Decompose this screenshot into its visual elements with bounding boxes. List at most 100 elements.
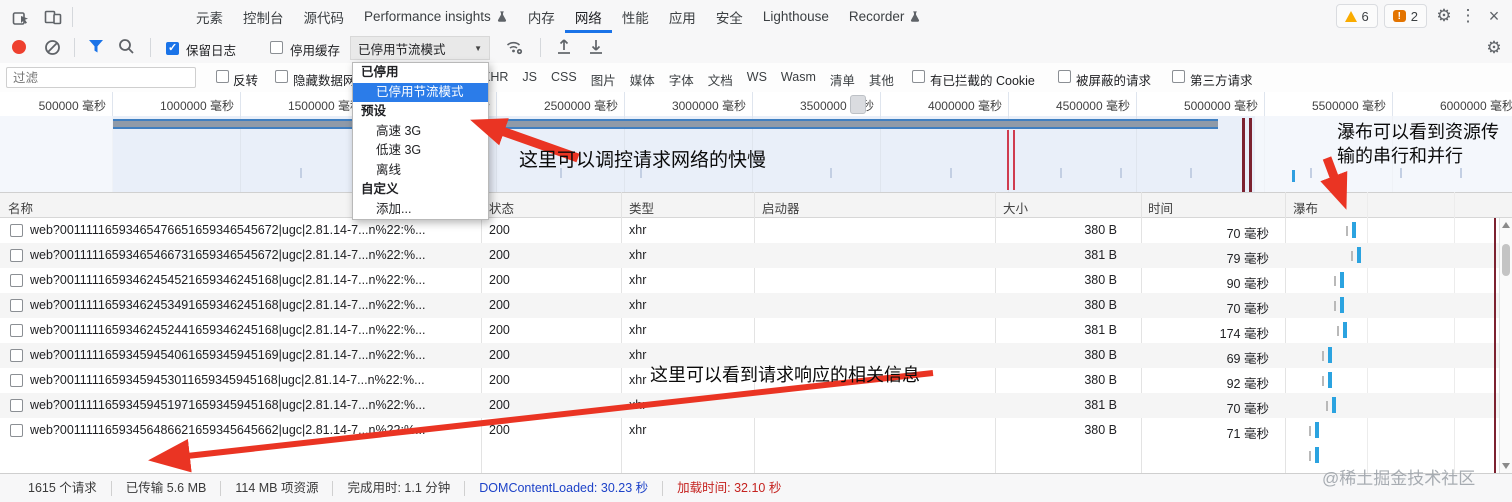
column-header-类型[interactable]: 类型 bbox=[629, 198, 654, 217]
row-checkbox[interactable] bbox=[10, 424, 23, 437]
overview-tick bbox=[950, 168, 952, 178]
throttle-menu-item-预设: 预设 bbox=[361, 104, 387, 118]
blocked-cookies-checkbox[interactable] bbox=[912, 70, 925, 83]
request-status: 200 bbox=[489, 223, 510, 237]
tab-源代码[interactable]: 源代码 bbox=[294, 0, 355, 33]
filter-chip-CSS[interactable]: CSS bbox=[551, 70, 577, 89]
scroll-up-icon[interactable] bbox=[1502, 222, 1510, 228]
throttle-menu-item-添加...[interactable]: 添加... bbox=[353, 200, 488, 220]
request-status: 200 bbox=[489, 348, 510, 362]
tab-性能[interactable]: 性能 bbox=[612, 0, 659, 33]
filter-chip-字体[interactable]: 字体 bbox=[669, 70, 694, 89]
table-row[interactable]: web?00111116593462452441659346245168|ugc… bbox=[0, 318, 1499, 343]
table-row[interactable]: web?00111116593462453491659346245168|ugc… bbox=[0, 293, 1499, 318]
network-settings-gear-icon[interactable]: ⚙ bbox=[1482, 38, 1506, 58]
tab-安全[interactable]: 安全 bbox=[706, 0, 753, 33]
network-conditions-icon[interactable] bbox=[505, 38, 525, 59]
blocked-cookies-label: 有已拦截的 Cookie bbox=[930, 74, 1035, 88]
column-header-瀑布[interactable]: 瀑布 bbox=[1293, 198, 1318, 217]
table-row[interactable]: web?00111116593459451971659345945168|ugc… bbox=[0, 393, 1499, 418]
scroll-down-icon[interactable] bbox=[1502, 463, 1510, 469]
row-checkbox[interactable] bbox=[10, 374, 23, 387]
overview-tick bbox=[300, 168, 302, 178]
import-har-icon[interactable] bbox=[556, 38, 572, 58]
row-checkbox[interactable] bbox=[10, 324, 23, 337]
row-checkbox[interactable] bbox=[10, 299, 23, 312]
invert-filter-checkbox[interactable] bbox=[216, 70, 229, 83]
request-name: web?00111116593465466731659346545672|ugc… bbox=[30, 248, 426, 262]
issues-badge[interactable]: ! 2 bbox=[1383, 4, 1427, 28]
table-row[interactable]: web?00111116593462454521659346245168|ugc… bbox=[0, 268, 1499, 293]
device-toolbar-icon[interactable] bbox=[40, 4, 66, 30]
row-checkbox[interactable] bbox=[10, 399, 23, 412]
filter-chip-WS[interactable]: WS bbox=[747, 70, 767, 89]
disable-cache-checkbox[interactable] bbox=[270, 41, 283, 54]
overview-tick bbox=[1310, 168, 1312, 178]
blocked-requests-checkbox[interactable] bbox=[1058, 70, 1071, 83]
table-row[interactable]: web?00111116593456486621659345645662|ugc… bbox=[0, 418, 1499, 443]
request-size: 381 B bbox=[1084, 323, 1117, 337]
throttle-menu-item-已停用节流模式[interactable]: 已停用节流模式 bbox=[353, 82, 488, 102]
filter-chip-媒体[interactable]: 媒体 bbox=[630, 70, 655, 89]
column-header-名称[interactable]: 名称 bbox=[8, 198, 33, 217]
throttle-menu-item-低速 3G[interactable]: 低速 3G bbox=[353, 141, 488, 161]
row-checkbox[interactable] bbox=[10, 274, 23, 287]
tab-Lighthouse[interactable]: Lighthouse bbox=[753, 0, 839, 33]
request-size: 381 B bbox=[1084, 398, 1117, 412]
column-header-启动器[interactable]: 启动器 bbox=[762, 198, 800, 217]
more-options-icon[interactable]: ⋮ bbox=[1456, 6, 1480, 26]
close-devtools-icon[interactable]: × bbox=[1482, 6, 1506, 27]
table-row[interactable]: web?00111116593465476651659346545672|ugc… bbox=[0, 218, 1499, 243]
experiment-flask-icon bbox=[496, 10, 508, 26]
request-name: web?00111116593462452441659346245168|ugc… bbox=[30, 323, 426, 337]
tab-元素[interactable]: 元素 bbox=[186, 0, 233, 33]
throttling-select[interactable]: 已停用节流模式 ▼ bbox=[350, 36, 490, 60]
warnings-badge[interactable]: 6 bbox=[1335, 4, 1378, 28]
table-scrollbar[interactable] bbox=[1499, 218, 1512, 473]
scrollbar-thumb[interactable] bbox=[1502, 244, 1510, 276]
record-network-log-button[interactable] bbox=[12, 40, 26, 54]
search-icon[interactable] bbox=[118, 38, 135, 58]
table-row[interactable]: web?00111116593465466731659346545672|ugc… bbox=[0, 243, 1499, 268]
tab-Performance insights[interactable]: Performance insights bbox=[354, 0, 518, 33]
row-checkbox[interactable] bbox=[10, 349, 23, 362]
column-header-大小[interactable]: 大小 bbox=[1003, 198, 1028, 217]
experiment-flask-icon bbox=[909, 10, 921, 26]
table-row[interactable]: web?00111116593459454061659345945169|ugc… bbox=[0, 343, 1499, 368]
table-row[interactable]: web?00111116593459453011659345945168|ugc… bbox=[0, 368, 1499, 393]
tab-控制台[interactable]: 控制台 bbox=[233, 0, 294, 33]
settings-gear-icon[interactable]: ⚙ bbox=[1432, 6, 1456, 26]
request-type: xhr bbox=[629, 248, 647, 262]
overview-scrub-handle[interactable] bbox=[850, 95, 866, 114]
request-size: 380 B bbox=[1084, 298, 1117, 312]
filter-input[interactable] bbox=[6, 67, 196, 88]
throttle-menu-item-离线[interactable]: 离线 bbox=[353, 161, 488, 181]
third-party-checkbox[interactable] bbox=[1172, 70, 1185, 83]
tab-内存[interactable]: 内存 bbox=[518, 0, 565, 33]
filter-chip-图片[interactable]: 图片 bbox=[591, 70, 616, 89]
row-checkbox[interactable] bbox=[10, 249, 23, 262]
row-checkbox[interactable] bbox=[10, 224, 23, 237]
filter-chip-文档[interactable]: 文档 bbox=[708, 70, 733, 89]
filter-chip-JS[interactable]: JS bbox=[522, 70, 537, 89]
timeline-label: 4500000 毫秒 bbox=[1055, 99, 1130, 113]
overview-tick bbox=[1060, 168, 1062, 178]
clear-network-log-icon[interactable] bbox=[44, 39, 61, 59]
throttle-menu-item-高速 3G[interactable]: 高速 3G bbox=[353, 122, 488, 142]
inspect-element-icon[interactable] bbox=[8, 4, 34, 30]
tab-网络[interactable]: 网络 bbox=[565, 0, 612, 33]
network-overview-timeline[interactable]: 500000 毫秒1000000 毫秒1500000 毫秒2000000 毫秒2… bbox=[0, 92, 1512, 192]
filter-chip-Wasm[interactable]: Wasm bbox=[781, 70, 816, 89]
overview-tick bbox=[560, 168, 562, 178]
hide-data-urls-checkbox[interactable] bbox=[275, 70, 288, 83]
column-header-状态[interactable]: 状态 bbox=[489, 198, 514, 217]
filter-chip-清单[interactable]: 清单 bbox=[830, 70, 855, 89]
filter-chip-其他[interactable]: 其他 bbox=[869, 70, 894, 89]
column-header-时间[interactable]: 时间 bbox=[1148, 198, 1173, 217]
tab-Recorder[interactable]: Recorder bbox=[839, 0, 932, 33]
preserve-log-checkbox[interactable] bbox=[166, 41, 179, 56]
export-har-icon[interactable] bbox=[588, 38, 604, 58]
tab-应用[interactable]: 应用 bbox=[659, 0, 706, 33]
event-marker-line bbox=[1249, 118, 1252, 192]
filter-funnel-icon[interactable] bbox=[88, 39, 104, 57]
